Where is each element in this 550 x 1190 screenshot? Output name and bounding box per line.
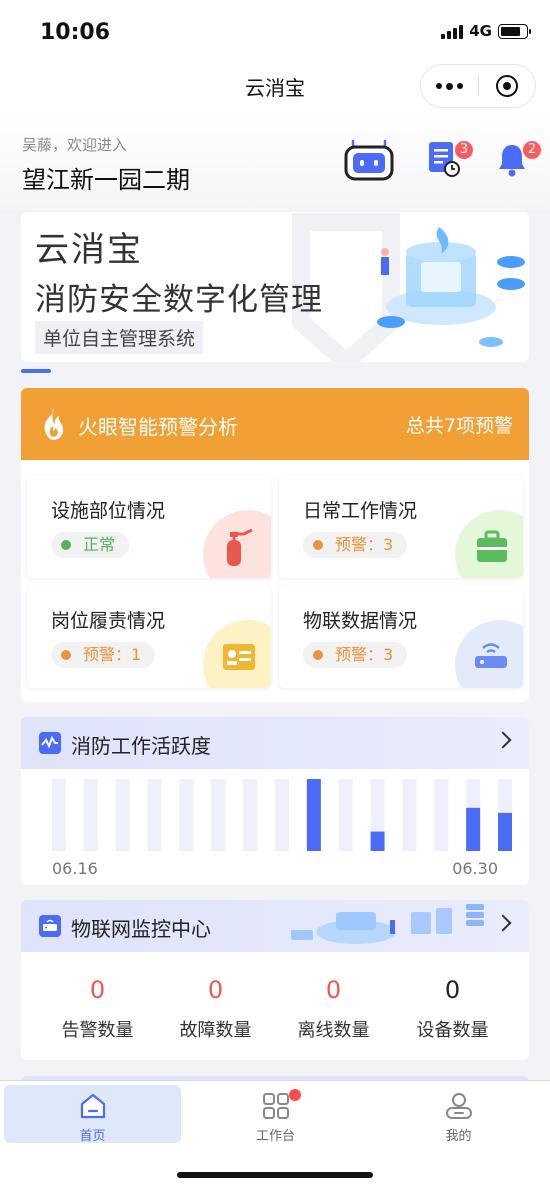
activity-bar-chart: [52, 779, 512, 851]
banner-title: 云消宝: [35, 230, 143, 270]
banner-indicator: [21, 369, 51, 373]
tab-label: 我的: [445, 1129, 472, 1144]
stat-value: 0: [89, 976, 106, 1004]
iot-device-icon: [39, 915, 61, 937]
activity-bar[interactable]: [498, 812, 512, 851]
stat-value: 0: [325, 976, 342, 1004]
fire-icon: [44, 408, 64, 440]
chevron-right-icon[interactable]: [494, 914, 512, 932]
network-type: 4G: [469, 22, 492, 40]
fault-count-stat[interactable]: 0 故障数量: [152, 976, 279, 1042]
activity-header[interactable]: 消防工作活跃度: [21, 717, 529, 769]
device-count-stat[interactable]: 0 设备数量: [389, 976, 516, 1042]
stat-value: 0: [207, 976, 224, 1004]
bar-track: [402, 779, 417, 851]
stat-label: 设备数量: [416, 1020, 489, 1041]
tab-profile[interactable]: 我的: [370, 1085, 547, 1144]
iot-header[interactable]: 物联网监控中心: [21, 900, 529, 952]
activity-card: 消防工作活跃度 06.16 06.30: [21, 717, 529, 885]
bar-track: [52, 779, 66, 851]
status-pill: 预警：3: [303, 642, 408, 668]
nav-bar: 云消宝: [0, 62, 550, 110]
card-title: 设施部位情况: [51, 500, 166, 522]
more-icon[interactable]: [421, 82, 478, 90]
site-selector[interactable]: 望江新一园二期: [22, 160, 190, 195]
status-pill: 预警：1: [51, 642, 156, 668]
promo-banner[interactable]: 云消宝 消防安全数字化管理 单位自主管理系统: [21, 212, 529, 362]
workbench-dot-badge: [289, 1089, 301, 1101]
extinguisher-icon: [203, 510, 271, 578]
briefcase-icon: [455, 510, 523, 578]
warning-total: 总共7项预警: [405, 415, 513, 437]
iot-header-illustration: [291, 904, 484, 944]
stat-value: 0: [444, 976, 461, 1004]
card-title: 物联数据情况: [303, 610, 418, 632]
daily-work-card[interactable]: 日常工作情况 预警：3: [279, 476, 523, 578]
robot-assistant-icon[interactable]: [343, 138, 395, 186]
activity-title: 消防工作活跃度: [71, 734, 211, 758]
miniprogram-capsule: [420, 64, 536, 108]
home-icon: [80, 1093, 106, 1119]
facility-status-card[interactable]: 设施部位情况 正常: [27, 476, 271, 578]
iot-title: 物联网监控中心: [71, 917, 211, 941]
home-indicator: [177, 1172, 373, 1178]
status-pill: 预警：3: [303, 532, 408, 558]
activity-bar[interactable]: [466, 807, 481, 851]
iot-monitor-card: 物联网监控中心 0 告警数量 0 故障数量 0 离线数量 0 设备数量: [21, 900, 529, 1060]
duty-performance-card[interactable]: 岗位履责情况 预警：1: [27, 586, 271, 688]
status-bar: 10:06 4G: [0, 0, 550, 62]
iot-data-card[interactable]: 物联数据情况 预警：3: [279, 586, 523, 688]
tab-label: 首页: [79, 1129, 106, 1144]
x-axis-end-label: 06.30: [452, 859, 498, 878]
stat-label: 告警数量: [61, 1020, 134, 1041]
grid-apps-icon: [263, 1093, 289, 1119]
stat-label: 离线数量: [297, 1020, 370, 1041]
user-icon: [446, 1093, 472, 1119]
chevron-right-icon[interactable]: [494, 731, 512, 749]
offline-count-stat[interactable]: 0 离线数量: [270, 976, 397, 1042]
alarm-count-stat[interactable]: 0 告警数量: [34, 976, 161, 1042]
close-icon[interactable]: [479, 75, 536, 97]
stat-label: 故障数量: [179, 1020, 252, 1041]
banner-subtitle: 消防安全数字化管理: [35, 282, 323, 318]
bar-track: [338, 779, 353, 851]
bar-track: [211, 779, 226, 851]
warning-title: 火眼智能预警分析: [78, 415, 238, 439]
bar-track: [147, 779, 162, 851]
bar-track: [275, 779, 289, 851]
card-title: 日常工作情况: [303, 500, 418, 522]
status-indicators: 4G: [441, 22, 531, 40]
user-header: 吴藤，欢迎进入 望江新一园二期 3 2: [0, 110, 550, 210]
status-time: 10:06: [40, 20, 111, 45]
activity-pulse-icon: [39, 732, 61, 754]
signal-icon: [441, 23, 464, 39]
bar-track: [179, 779, 194, 851]
bar-track: [243, 779, 258, 851]
bar-track: [83, 779, 98, 851]
bar-track: [434, 779, 449, 851]
activity-bar[interactable]: [370, 831, 385, 851]
tab-label: 工作台: [255, 1129, 295, 1144]
x-axis-start-label: 06.16: [52, 859, 98, 878]
id-card-icon: [203, 620, 271, 688]
card-title: 岗位履责情况: [51, 610, 166, 632]
warning-header[interactable]: 火眼智能预警分析 总共7项预警: [21, 388, 529, 460]
status-pill: 正常: [51, 532, 130, 558]
bell-badge: 2: [522, 140, 542, 160]
task-badge: 3: [454, 140, 474, 160]
tab-workbench[interactable]: 工作台: [187, 1085, 364, 1144]
battery-icon: [498, 23, 531, 39]
router-icon: [455, 620, 523, 688]
tab-home[interactable]: 首页: [4, 1085, 181, 1144]
warning-analysis-card: 火眼智能预警分析 总共7项预警 设施部位情况 正常 日常工作情况 预警：3 岗位…: [21, 388, 529, 702]
banner-tag: 单位自主管理系统: [35, 321, 204, 354]
bar-track: [115, 779, 130, 851]
greeting-text: 吴藤，欢迎进入: [22, 136, 128, 154]
activity-bar[interactable]: [306, 779, 321, 851]
